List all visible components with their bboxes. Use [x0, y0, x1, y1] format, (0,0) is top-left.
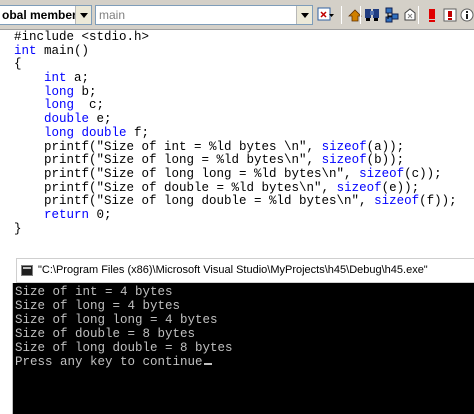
toolbar: obal members main [0, 0, 474, 30]
code-line: printf("Size of int = %ld bytes \n", siz… [0, 139, 474, 155]
console-title-bar[interactable]: "C:\Program Files (x86)\Microsoft Visual… [16, 258, 474, 283]
find-icon[interactable] [362, 5, 382, 25]
console-line: Press any key to continue [15, 355, 474, 369]
code-line: #include <stdio.h> [0, 30, 474, 45]
console-line: Size of double = 8 bytes [15, 327, 196, 341]
code-text: (f)); [419, 194, 457, 209]
code-line: long double f; [0, 125, 474, 141]
scope-combo[interactable]: obal members [0, 5, 92, 25]
code-text: (b)); [366, 153, 405, 168]
scope-combo-value: obal members [2, 8, 84, 22]
code-keyword: int [14, 43, 37, 58]
code-keyword: int [44, 71, 67, 86]
code-text: printf("Size of long double = %ld bytes\… [14, 194, 375, 209]
code-text: printf("Size of int = %ld bytes \n", [14, 139, 322, 154]
code-keyword: sizeof [336, 180, 382, 195]
error-red-icon[interactable] [422, 5, 442, 25]
code-text: (a)); [366, 139, 405, 154]
member-combo[interactable]: main [95, 5, 313, 25]
chevron-down-icon[interactable] [296, 6, 312, 24]
code-line: int main() [0, 43, 474, 59]
info-icon[interactable] [457, 5, 474, 25]
unknown-icon[interactable] [400, 5, 420, 25]
code-line: long c; [0, 99, 474, 113]
class-view-icon[interactable] [382, 5, 402, 25]
code-line: { [0, 58, 474, 72]
text-cursor [203, 363, 212, 365]
code-text: e; [89, 112, 112, 127]
code-text: main() [36, 43, 90, 58]
code-text: printf("Size of double = %ld bytes\n", [14, 180, 337, 195]
console-output[interactable]: Size of int = 4 bytes Size of long = 4 by… [12, 283, 474, 414]
console-line: Size of long long = 4 bytes [15, 313, 218, 327]
code-editor[interactable]: #include <stdio.h> int main(){ int a; lon… [0, 30, 474, 251]
code-keyword: return [44, 207, 90, 222]
code-text: printf("Size of long = %ld bytes\n", [14, 153, 322, 168]
code-keyword: long [44, 84, 75, 99]
code-line: printf("Size of long = %ld bytes\n", siz… [0, 153, 474, 168]
console-line: Size of long double = 8 bytes [15, 341, 233, 355]
code-line: int a; [0, 71, 474, 86]
console-line: Size of int = 4 bytes [15, 285, 173, 299]
console-window-icon [21, 265, 33, 276]
code-keyword: sizeof [359, 166, 405, 181]
code-text: printf("Size of long long = %ld bytes\n"… [14, 166, 360, 181]
console-line: Size of long = 4 bytes [15, 299, 181, 313]
code-keyword: sizeof [321, 153, 367, 168]
code-line: printf("Size of long long = %ld bytes\n"… [0, 166, 474, 182]
editor-margin [0, 251, 12, 414]
code-text: 0; [89, 207, 112, 222]
console-title: "C:\Program Files (x86)\Microsoft Visual… [38, 264, 428, 276]
code-line: } [0, 221, 474, 237]
code-keyword: long double [44, 125, 127, 140]
code-line: printf("Size of long double = %ld bytes\… [0, 194, 474, 209]
code-line: printf("Size of double = %ld bytes\n", s… [0, 180, 474, 196]
code-text: #include <stdio.h> [14, 30, 150, 44]
code-text: b; [74, 84, 97, 99]
code-text: f; [126, 125, 150, 140]
code-keyword: double [44, 112, 90, 127]
wizard-dropdown-icon[interactable] [316, 5, 336, 25]
code-text: a; [66, 71, 90, 86]
code-line: return 0; [0, 207, 474, 223]
code-text: { [14, 57, 22, 72]
code-keyword: long [44, 98, 75, 113]
code-text: (c)); [404, 166, 442, 181]
code-line: double e; [0, 112, 474, 127]
code-line: long b; [0, 84, 474, 100]
code-keyword: sizeof [374, 194, 420, 209]
code-text: } [14, 221, 22, 236]
member-combo-value: main [99, 8, 126, 22]
code-keyword: sizeof [321, 139, 367, 154]
code-text: c; [74, 98, 105, 113]
chevron-down-icon[interactable] [75, 6, 91, 24]
code-text: (e)); [381, 180, 420, 195]
